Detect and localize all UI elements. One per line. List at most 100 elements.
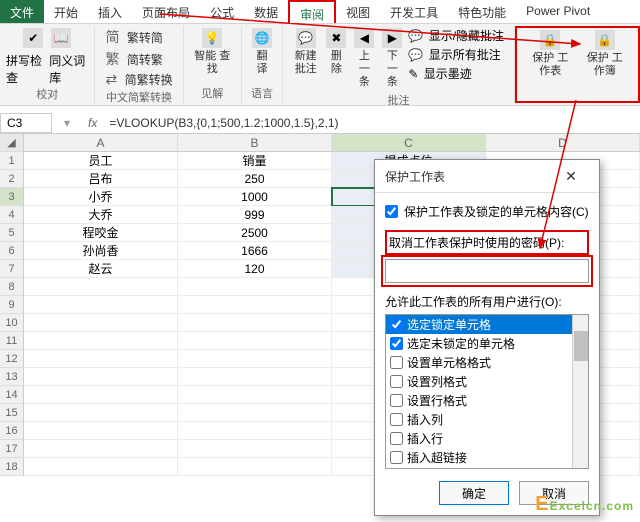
cell[interactable] [24,440,178,458]
permission-checkbox[interactable] [390,413,403,426]
protect-contents-checkbox[interactable]: 保护工作表及锁定的单元格内容(C) [385,203,589,220]
row-header[interactable]: 7 [0,260,24,278]
row-header[interactable]: 8 [0,278,24,296]
menu-formula[interactable]: 公式 [200,0,244,23]
permission-item[interactable]: 插入超链接 [386,448,588,467]
row-header[interactable]: 1 [0,152,24,170]
cell[interactable] [178,350,332,368]
simp-trad-conv[interactable]: ⇄ 简繁转换 [101,70,176,89]
cell[interactable]: 程咬金 [24,224,178,242]
row-header[interactable]: 9 [0,296,24,314]
permission-checkbox[interactable] [390,337,403,350]
menu-home[interactable]: 开始 [44,0,88,23]
fx-icon[interactable]: fx [82,116,103,130]
thesaurus-button[interactable]: 📖 [47,26,75,52]
row-header[interactable]: 16 [0,422,24,440]
col-B[interactable]: B [178,134,332,152]
col-C[interactable]: C [332,134,486,152]
cell[interactable] [24,404,178,422]
dropdown-icon[interactable]: ▾ [52,116,82,130]
permission-item[interactable]: 删除列 [386,467,588,469]
new-comment-button[interactable]: 💬新建批注 [289,26,322,78]
row-header[interactable]: 14 [0,386,24,404]
permission-item[interactable]: 选定未锁定的单元格 [386,334,588,353]
cell[interactable] [178,368,332,386]
menu-review[interactable]: 审阅 [288,0,336,23]
cell[interactable] [24,296,178,314]
row-header[interactable]: 2 [0,170,24,188]
name-box[interactable]: C3 [0,113,52,133]
cell[interactable] [24,332,178,350]
next-comment-button[interactable]: ▶下一条 [378,26,406,92]
cell[interactable]: 吕布 [24,170,178,188]
row-header[interactable]: 17 [0,440,24,458]
spellcheck-button[interactable]: ✔ [19,26,47,52]
cell[interactable] [24,314,178,332]
formula-bar[interactable]: =VLOOKUP(B3,{0,1;500,1.2;1000,1.5},2,1) [103,114,640,132]
row-header[interactable]: 11 [0,332,24,350]
col-A[interactable]: A [24,134,178,152]
cell[interactable]: 赵云 [24,260,178,278]
permission-item[interactable]: 插入行 [386,429,588,448]
permission-item[interactable]: 设置单元格格式 [386,353,588,372]
permission-checkbox[interactable] [390,394,403,407]
row-header[interactable]: 10 [0,314,24,332]
menu-file[interactable]: 文件 [0,0,44,23]
cell[interactable] [178,404,332,422]
cell[interactable] [24,422,178,440]
show-hide-comment[interactable]: 💬 显示/隐藏批注 [406,26,508,45]
select-all[interactable]: ◢ [0,134,24,152]
cell[interactable] [24,278,178,296]
cell[interactable] [178,332,332,350]
menu-special[interactable]: 特色功能 [448,0,516,23]
cell[interactable] [24,368,178,386]
dialog-titlebar[interactable]: 保护工作表 ✕ [375,160,599,193]
col-D[interactable]: D [486,134,640,152]
row-header[interactable]: 6 [0,242,24,260]
protect-workbook-button[interactable]: 🔒保护 工作簿 [578,28,632,80]
ok-button[interactable]: 确定 [439,481,509,505]
cell[interactable] [178,314,332,332]
permission-item[interactable]: 选定锁定单元格 [386,315,588,334]
prev-comment-button[interactable]: ◀上一条 [350,26,378,92]
cell[interactable] [178,422,332,440]
row-header[interactable]: 4 [0,206,24,224]
cell[interactable] [178,296,332,314]
cell[interactable] [178,278,332,296]
permission-checkbox[interactable] [390,375,403,388]
permission-item[interactable]: 设置行格式 [386,391,588,410]
translate-button[interactable]: 🌐翻译 [248,26,276,78]
menu-view[interactable]: 视图 [336,0,380,23]
row-header[interactable]: 13 [0,368,24,386]
menu-data[interactable]: 数据 [244,0,288,23]
cell[interactable]: 2500 [178,224,332,242]
row-header[interactable]: 5 [0,224,24,242]
permission-item[interactable]: 设置列格式 [386,372,588,391]
cell[interactable]: 大乔 [24,206,178,224]
cell[interactable]: 1666 [178,242,332,260]
permissions-list[interactable]: 选定锁定单元格选定未锁定的单元格设置单元格格式设置列格式设置行格式插入列插入行插… [385,314,589,469]
protect-contents-input[interactable] [385,205,398,218]
cell[interactable] [178,440,332,458]
password-input[interactable] [385,259,589,283]
cell[interactable] [24,350,178,368]
cell[interactable]: 孙尚香 [24,242,178,260]
show-all-comments[interactable]: 💬 显示所有批注 [406,45,508,64]
permission-checkbox[interactable] [390,451,403,464]
delete-comment-button[interactable]: ✖删除 [322,26,350,78]
cell[interactable] [24,458,178,476]
row-header[interactable]: 15 [0,404,24,422]
cell[interactable] [178,458,332,476]
cell[interactable]: 250 [178,170,332,188]
cell[interactable]: 员工 [24,152,178,170]
scrollbar[interactable] [572,315,588,468]
cell[interactable] [178,386,332,404]
trad-to-simp[interactable]: 简 繁转简 [101,26,176,48]
cell[interactable]: 999 [178,206,332,224]
permission-item[interactable]: 插入列 [386,410,588,429]
menu-insert[interactable]: 插入 [88,0,132,23]
cell[interactable]: 120 [178,260,332,278]
menu-pivot[interactable]: Power Pivot [516,0,600,23]
close-icon[interactable]: ✕ [553,166,589,186]
permission-checkbox[interactable] [390,318,403,331]
